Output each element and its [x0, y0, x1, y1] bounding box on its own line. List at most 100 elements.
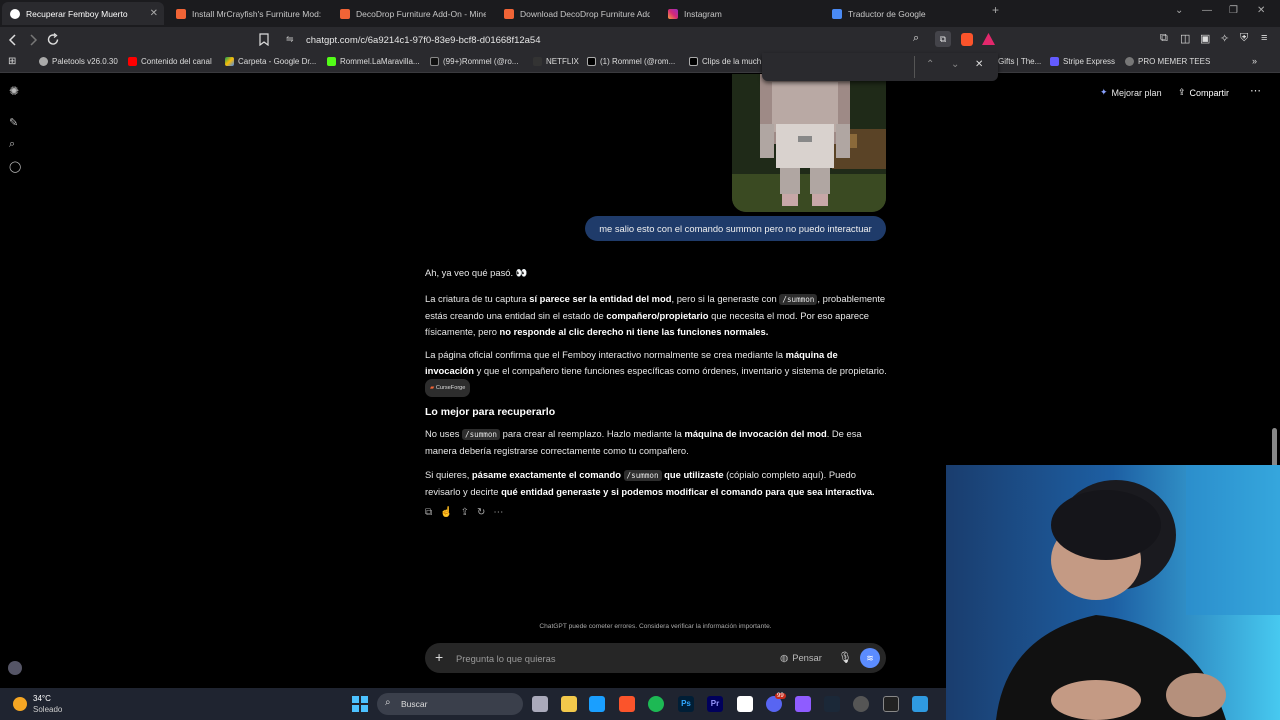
curseforge-favicon-icon	[340, 8, 350, 19]
back-icon[interactable]	[8, 34, 18, 46]
taskbar-search[interactable]: ⌕ Buscar	[377, 693, 523, 715]
task-view-icon[interactable]	[532, 696, 548, 712]
bookmark-clips[interactable]: Clips de la much	[689, 57, 761, 66]
tab-download-decodrop[interactable]: Download DecoDrop Furniture Add-	[496, 2, 656, 25]
app-icon[interactable]	[912, 696, 928, 712]
bookmark-kick[interactable]: Rommel.LaMaravilla...	[327, 57, 420, 66]
tab-chatgpt[interactable]: Recuperar Femboy Muerto ✕	[2, 2, 164, 25]
share-button[interactable]: ⇪ Compartir	[1178, 87, 1229, 98]
brave-icon[interactable]	[619, 696, 635, 712]
find-next-icon[interactable]: ⌄	[951, 59, 959, 70]
tab-search-icon[interactable]: ⌄	[1175, 5, 1183, 16]
bookmarks-bar: ⊞ Paletools v26.0.30 Contenido del canal…	[0, 53, 1280, 73]
address-bar[interactable]: ⇋ chatgpt.com/c/6a9214c1-97f0-83e9-bcf8-…	[280, 30, 1000, 50]
add-attachment-icon[interactable]: +	[435, 649, 443, 665]
vpn-icon[interactable]: ⛨	[1240, 32, 1248, 45]
tab-google-translate[interactable]: Traductor de Google	[824, 2, 984, 25]
tab-decodrop[interactable]: DecoDrop Furniture Add-On - Minec	[332, 2, 492, 25]
feedback-icon[interactable]: ☝	[440, 507, 452, 518]
sidebar-icon[interactable]: ◫	[1180, 32, 1190, 45]
lightbulb-icon: ◍	[780, 652, 789, 663]
apps-grid-icon[interactable]: ⊞	[8, 56, 16, 67]
find-previous-icon[interactable]: ⌃	[926, 59, 934, 70]
webcam-overlay-image	[946, 465, 1280, 720]
share-message-icon[interactable]: ⇪	[461, 507, 469, 518]
upgrade-plan-button[interactable]: ✦ Mejorar plan	[1100, 87, 1162, 98]
new-chat-icon[interactable]: ✎	[9, 116, 18, 129]
tab-instagram[interactable]: Instagram	[660, 2, 820, 25]
more-options-icon[interactable]: ⋯	[1250, 84, 1261, 97]
avatar[interactable]	[8, 661, 22, 675]
toolbar: ⇋ chatgpt.com/c/6a9214c1-97f0-83e9-bcf8-…	[0, 27, 1280, 53]
steam-alt-icon[interactable]	[824, 696, 840, 712]
bookmark-youtube[interactable]: Contenido del canal	[128, 57, 212, 66]
bookmark-icon[interactable]	[259, 33, 269, 46]
more-actions-icon[interactable]: ⋯	[493, 507, 503, 518]
assistant-paragraph-4: No uses /summon para crear al reemplazo.…	[425, 428, 862, 456]
bookmark-stripe[interactable]: Stripe Express	[1050, 57, 1115, 66]
close-window-icon[interactable]: ✕	[1257, 5, 1265, 16]
tab-mrcrayfish[interactable]: Install MrCrayfish's Furniture Mod: Re	[168, 2, 328, 25]
minecraft-screenshot-image[interactable]	[732, 74, 886, 212]
notes-icon[interactable]	[737, 696, 753, 712]
source-chip-curseforge[interactable]: ▰ CurseForge	[425, 379, 471, 397]
obs-icon[interactable]	[853, 696, 869, 712]
maximize-icon[interactable]: ❐	[1229, 5, 1238, 16]
steam-icon[interactable]	[589, 696, 605, 712]
voice-mode-button[interactable]: ≋	[860, 648, 880, 668]
find-icon[interactable]: ⌕	[913, 32, 919, 45]
bookmark-x[interactable]: (1) Rommel (@rom...	[587, 57, 675, 66]
bookmark-paletools[interactable]: Paletools v26.0.30	[39, 57, 118, 66]
spotify-icon[interactable]	[648, 696, 664, 712]
brave-rewards-icon[interactable]	[982, 33, 995, 45]
tab-strip: Recuperar Femboy Muerto ✕ Install MrCray…	[0, 0, 1280, 27]
think-button[interactable]: ◍ Pensar	[780, 652, 822, 664]
photoshop-icon[interactable]: Ps	[678, 696, 694, 712]
sparkle-icon: ✦	[1100, 87, 1108, 97]
bookmark-gifts[interactable]: Gifts | The...	[998, 57, 1041, 66]
bookmark-tiktok[interactable]: (99+)Rommel (@ro...	[430, 57, 518, 66]
openai-logo-icon[interactable]: ✺	[9, 84, 19, 98]
prompt-input[interactable]: Pregunta lo que quieras	[456, 653, 556, 664]
forward-icon[interactable]	[28, 34, 38, 46]
brave-shield-icon[interactable]	[961, 33, 973, 46]
copy-icon[interactable]: ⧉	[425, 507, 432, 518]
site-info-icon[interactable]: ⇋	[286, 34, 294, 45]
minimize-icon[interactable]: —	[1202, 5, 1212, 16]
microphone-icon[interactable]: 🎙	[838, 651, 852, 664]
library-icon[interactable]: ◯	[9, 160, 21, 173]
search-chats-icon[interactable]: ⌕	[9, 138, 15, 151]
capcut-icon[interactable]	[883, 696, 899, 712]
bookmark-pro-memer[interactable]: PRO MEMER TEES	[1125, 57, 1210, 66]
translate-page-icon[interactable]: ⧉	[935, 31, 951, 47]
more-bookmarks-icon[interactable]: »	[1252, 56, 1257, 66]
new-tab-button[interactable]: +	[992, 3, 999, 17]
discord-badge: 99	[775, 693, 786, 699]
instagram-favicon-icon	[668, 8, 678, 19]
scrollbar-thumb[interactable]	[1272, 428, 1277, 468]
find-input[interactable]	[770, 56, 915, 78]
message-actions: ⧉ ☝ ⇪ ↻ ⋯	[425, 507, 503, 518]
share-icon: ⇪	[1178, 87, 1186, 97]
weather-temp[interactable]: 34°C	[33, 694, 51, 703]
curseforge-favicon-icon	[176, 8, 186, 19]
find-close-icon[interactable]: ✕	[975, 59, 983, 70]
file-explorer-icon[interactable]	[561, 696, 577, 712]
premiere-icon[interactable]: Pr	[707, 696, 723, 712]
url-text[interactable]: chatgpt.com/c/6a9214c1-97f0-83e9-bcf8-d0…	[306, 35, 541, 46]
bookmark-netflix[interactable]: NETFLIX	[533, 57, 579, 66]
wallet-icon[interactable]: ▣	[1200, 32, 1210, 45]
paletools-icon	[39, 57, 48, 66]
menu-icon[interactable]: ≡	[1261, 32, 1267, 44]
bookmark-drive[interactable]: Carpeta - Google Dr...	[225, 57, 316, 66]
game-icon[interactable]	[795, 696, 811, 712]
reload-icon[interactable]	[47, 33, 60, 46]
weather-label[interactable]: Soleado	[33, 705, 62, 714]
extensions-icon[interactable]: ⧉	[1160, 32, 1168, 45]
close-tab-icon[interactable]: ✕	[150, 8, 158, 19]
chatgpt-favicon-icon	[10, 8, 20, 19]
leo-ai-icon[interactable]: ✧	[1220, 32, 1229, 45]
regenerate-icon[interactable]: ↻	[477, 507, 485, 518]
windows-start-icon[interactable]	[352, 696, 368, 712]
sun-icon	[13, 697, 27, 711]
